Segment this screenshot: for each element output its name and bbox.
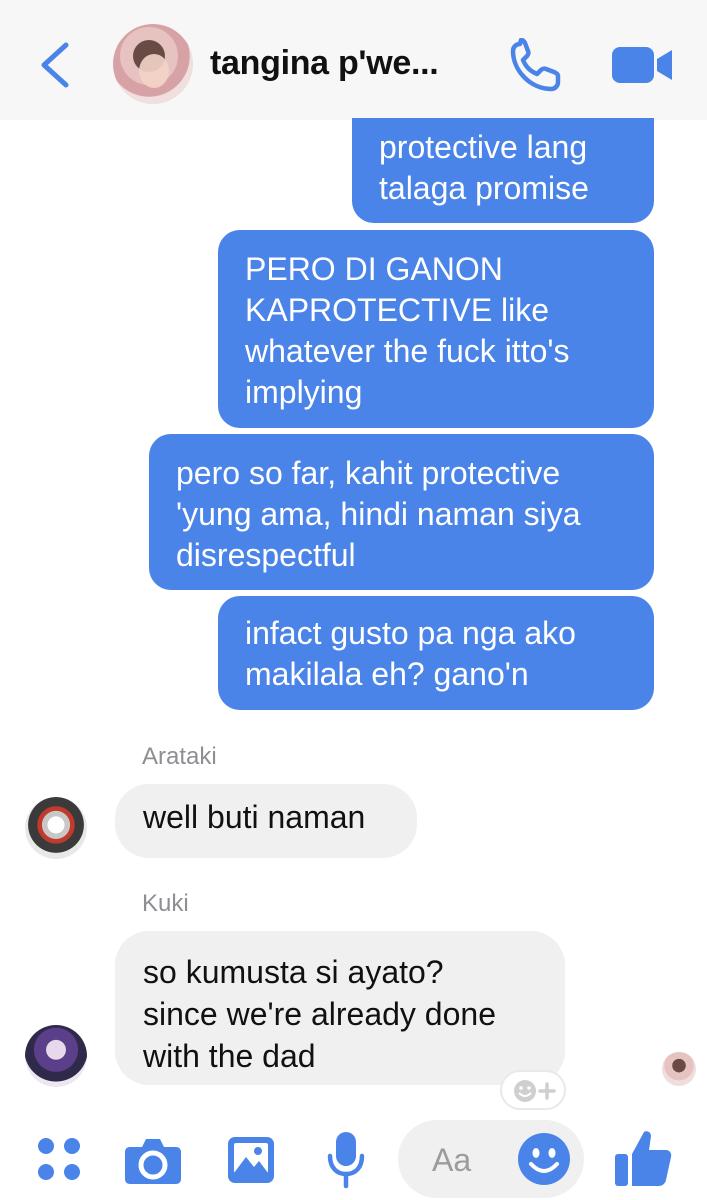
message-line: PERO DI GANON: [245, 251, 503, 287]
message-line: so kumusta si ayato?: [143, 954, 444, 990]
message-line: with the dad: [143, 1038, 316, 1074]
emoji-plus-icon: [514, 1080, 556, 1102]
phone-icon[interactable]: [508, 38, 564, 94]
sender-name: Kuki: [142, 890, 189, 917]
message-bubble-outgoing[interactable]: PERO DI GANON KAPROTECTIVE like whatever…: [218, 230, 654, 428]
sender-avatar[interactable]: [25, 1025, 87, 1087]
message-bubble-outgoing[interactable]: infact gusto pa nga ako makilala eh? gan…: [218, 596, 654, 710]
gallery-icon[interactable]: [226, 1135, 276, 1185]
video-camera-icon[interactable]: [610, 44, 674, 86]
message-bubble-incoming[interactable]: so kumusta si ayato? since we're already…: [115, 931, 565, 1085]
chat-header: tangina p'we...: [0, 0, 707, 120]
message-input-placeholder: Aa: [432, 1142, 472, 1178]
message-line: whatever the fuck itto's: [245, 333, 570, 369]
back-chevron-icon[interactable]: [36, 40, 76, 90]
message-bubble-outgoing[interactable]: protective lang talaga promise: [352, 118, 654, 223]
microphone-icon[interactable]: [326, 1130, 366, 1190]
camera-icon[interactable]: [124, 1135, 182, 1185]
message-line: makilala eh? gano'n: [245, 656, 529, 692]
message-bubble-outgoing[interactable]: pero so far, kahit protective 'yung ama,…: [149, 434, 654, 590]
sender-name: Arataki: [142, 743, 217, 770]
message-line: talaga promise: [379, 170, 589, 206]
message-line: protective lang: [379, 129, 588, 165]
thumbs-up-icon[interactable]: [614, 1128, 672, 1188]
message-line: since we're already done: [143, 996, 496, 1032]
conversation-title[interactable]: tangina p'we...: [210, 44, 439, 83]
message-line: 'yung ama, hindi naman siya: [176, 496, 581, 532]
message-line: pero so far, kahit protective: [176, 455, 561, 491]
message-bubble-incoming[interactable]: well buti naman: [115, 784, 417, 858]
apps-icon[interactable]: [37, 1137, 83, 1183]
read-receipt-avatar: [662, 1052, 696, 1086]
message-line: KAPROTECTIVE like: [245, 292, 550, 328]
emoji-icon[interactable]: [517, 1132, 571, 1186]
add-reaction-button[interactable]: [500, 1070, 566, 1110]
message-line: implying: [245, 374, 363, 410]
message-line: well buti naman: [143, 799, 366, 835]
sender-avatar[interactable]: [25, 797, 87, 859]
message-line: disrespectful: [176, 537, 356, 573]
message-line: infact gusto pa nga ako: [245, 615, 576, 651]
contact-avatar[interactable]: [113, 24, 193, 104]
